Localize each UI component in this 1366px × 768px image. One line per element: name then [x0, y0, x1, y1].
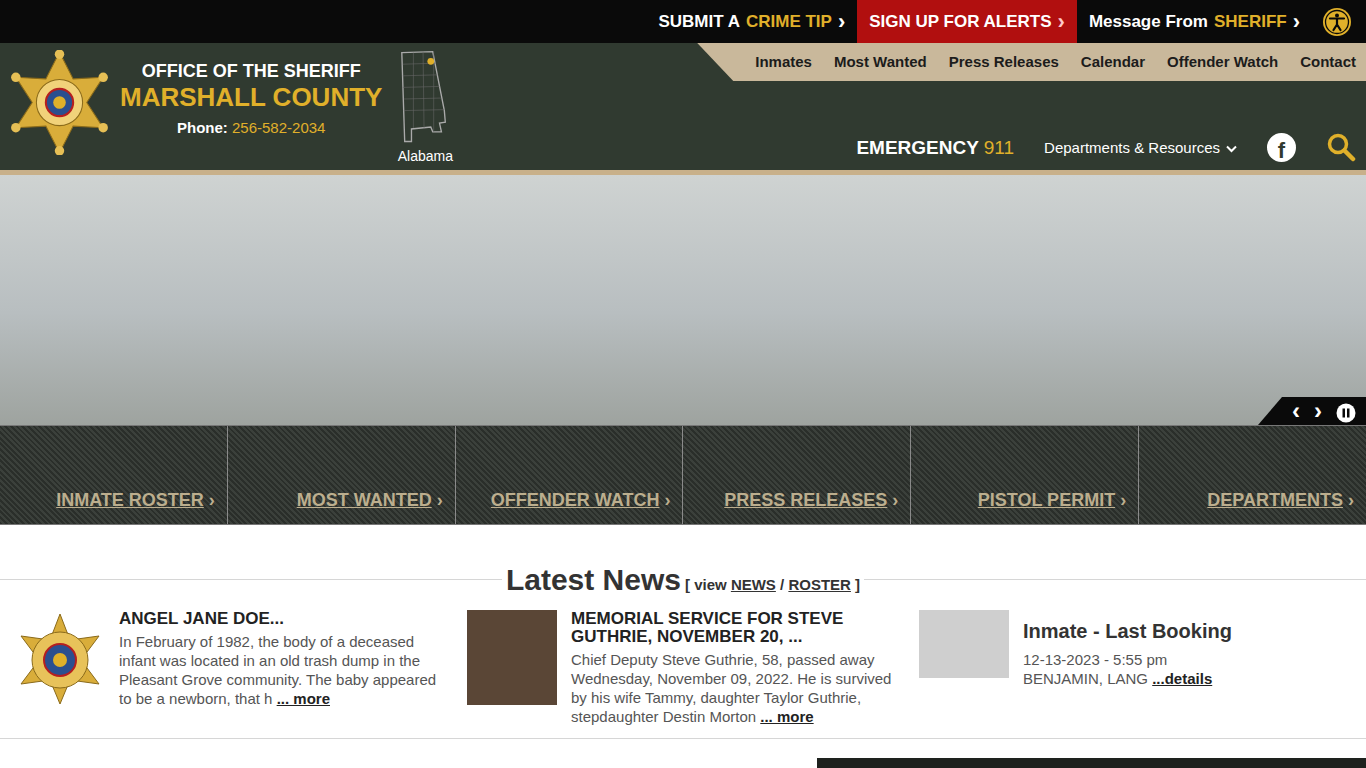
- nav-link[interactable]: Inmates: [755, 51, 812, 74]
- chevron-icon: ›: [1293, 11, 1300, 33]
- accessibility-icon[interactable]: [1322, 7, 1352, 37]
- top-link[interactable]: SIGN UP FOR ALERTS›: [857, 0, 1077, 43]
- nav-link[interactable]: Most Wanted: [834, 51, 927, 74]
- prev-button[interactable]: ‹: [1292, 399, 1300, 423]
- site-title: OFFICE OF THE SHERIFFMARSHALL COUNTYPhon…: [120, 50, 382, 140]
- chevron-icon: ›: [664, 490, 670, 510]
- next-button[interactable]: ›: [1314, 399, 1322, 423]
- top-link[interactable]: SUBMIT ACRIME TIP›: [646, 0, 857, 43]
- news-item: ANGEL JANE DOE...In February of 1982, th…: [15, 610, 447, 726]
- chevron-icon: ›: [1348, 490, 1354, 510]
- roster-link[interactable]: ROSTER: [788, 576, 851, 593]
- news-title[interactable]: ANGEL JANE DOE...: [119, 610, 447, 628]
- quick-links: INMATE ROSTER ›MOST WANTED ›OFFENDER WAT…: [0, 425, 1366, 525]
- departments-menu[interactable]: Departments & Resources: [1044, 137, 1237, 163]
- site-header: OFFICE OF THE SHERIFFMARSHALL COUNTYPhon…: [0, 43, 1366, 170]
- quick-link-tile[interactable]: PRESS RELEASES ›: [683, 426, 911, 524]
- alabama-map-icon: [396, 50, 454, 148]
- sheriff-star-icon: [7, 50, 112, 155]
- top-bar: SUBMIT ACRIME TIP›SIGN UP FOR ALERTS›Mes…: [0, 0, 1366, 43]
- hero-slider: ‹›: [0, 175, 1366, 425]
- quick-link-tile[interactable]: DEPARTMENTS ›: [1139, 426, 1366, 524]
- chevron-icon: ›: [1120, 490, 1126, 510]
- nav-link[interactable]: Offender Watch: [1167, 51, 1278, 74]
- brand: OFFICE OF THE SHERIFFMARSHALL COUNTYPhon…: [0, 43, 454, 170]
- nav-link[interactable]: Contact: [1300, 51, 1356, 74]
- quick-link-tile[interactable]: MOST WANTED ›: [228, 426, 456, 524]
- chevron-icon: ›: [437, 490, 443, 510]
- chevron-icon: ›: [1058, 11, 1065, 33]
- chevron-icon: ›: [209, 490, 215, 510]
- details-link[interactable]: ...details: [1152, 670, 1212, 687]
- sheriff-badge-icon: [15, 610, 105, 706]
- facebook-icon[interactable]: f: [1267, 133, 1296, 162]
- more-link[interactable]: ... more: [277, 690, 330, 707]
- more-link[interactable]: ... more: [760, 708, 813, 725]
- booking-photo: [919, 610, 1009, 678]
- pause-icon[interactable]: [1336, 399, 1356, 423]
- news-item: Inmate - Last Booking12-13-2023 - 5:55 p…: [919, 610, 1351, 726]
- nav-link[interactable]: Press Releases: [949, 51, 1059, 74]
- news-list: ANGEL JANE DOE...In February of 1982, th…: [0, 602, 1366, 739]
- phone-number[interactable]: 256-582-2034: [232, 119, 325, 136]
- emergency: EMERGENCY 911: [856, 134, 1014, 163]
- news-title[interactable]: Inmate - Last Booking: [1023, 616, 1232, 646]
- latest-news-heading: Latest News[ view NEWS / ROSTER ]: [0, 557, 1366, 602]
- quick-link-tile[interactable]: INMATE ROSTER ›: [0, 426, 228, 524]
- side-panel: [817, 758, 1366, 768]
- top-link[interactable]: Message FromSHERIFF›: [1077, 0, 1312, 43]
- news-link[interactable]: NEWS: [731, 576, 776, 593]
- phone: Phone: 256-582-2034: [120, 117, 382, 140]
- news-item: MEMORIAL SERVICE FOR STEVE GUTHRIE, NOVE…: [467, 610, 899, 726]
- slider-controls: ‹›: [1258, 397, 1366, 425]
- main-nav: Inmates Most Wanted Press Releases Calendar…: [697, 43, 1366, 81]
- quick-link-tile[interactable]: PISTOL PERMIT ›: [911, 426, 1139, 524]
- nav-link[interactable]: Calendar: [1081, 51, 1145, 74]
- state-map: Alabama: [396, 50, 454, 167]
- utility-bar: EMERGENCY 911 Departments & Resources f: [454, 81, 1366, 170]
- news-photo: [467, 610, 557, 705]
- chevron-icon: ›: [892, 490, 898, 510]
- caret-down-icon: [1226, 137, 1237, 160]
- chevron-icon: ›: [838, 11, 845, 33]
- news-title[interactable]: MEMORIAL SERVICE FOR STEVE GUTHRIE, NOVE…: [571, 610, 899, 646]
- quick-link-tile[interactable]: OFFENDER WATCH ›: [456, 426, 684, 524]
- search-icon[interactable]: [1326, 132, 1356, 162]
